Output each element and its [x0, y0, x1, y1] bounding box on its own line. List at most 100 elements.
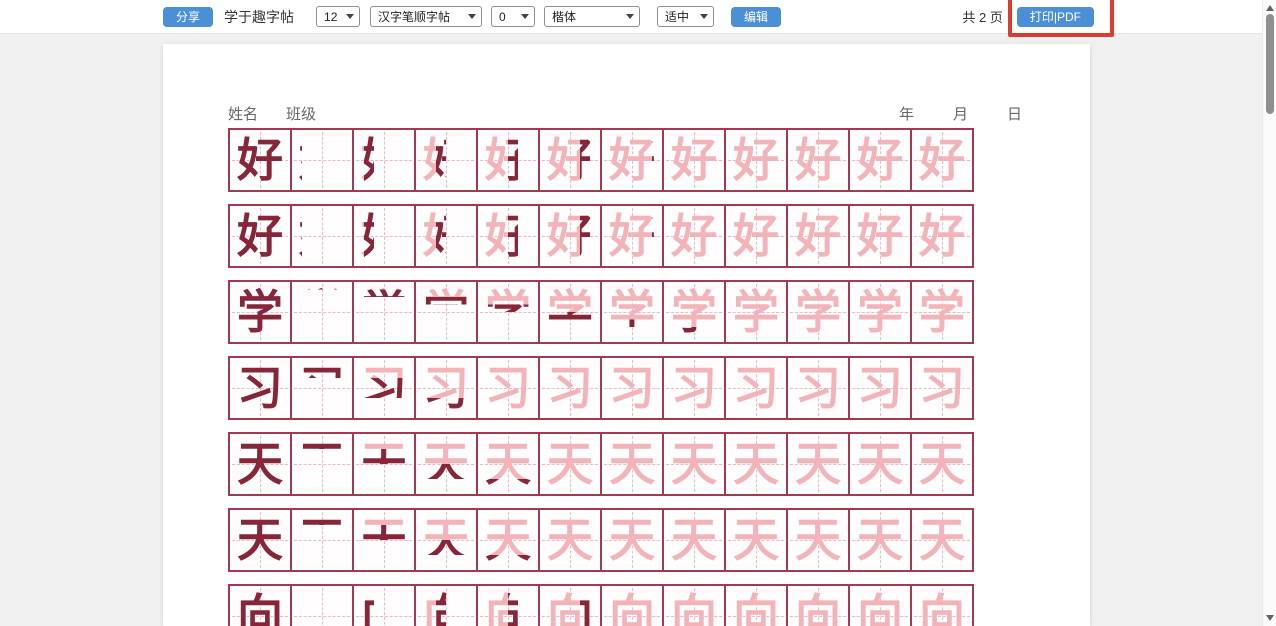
- character-glyph: 向: [354, 586, 414, 626]
- stroke-option-value: 0: [499, 10, 506, 24]
- scrollbar[interactable]: [1262, 0, 1276, 626]
- character-glyph: 好: [292, 206, 352, 266]
- density-select[interactable]: 适中: [657, 6, 714, 27]
- grid-cell: 习: [476, 356, 540, 420]
- character-glyph: 习: [726, 358, 786, 418]
- grid-cell: 向向: [414, 584, 478, 626]
- character-glyph: 天: [664, 434, 724, 494]
- practice-sheet: 姓名 班级 年 月 日 好好好好好好好好好好好好好好好好好好好好好好好好好好好好…: [163, 44, 1090, 626]
- density-value: 适中: [665, 8, 689, 25]
- character-glyph: 好: [540, 206, 600, 266]
- grid-cell: 向: [290, 584, 354, 626]
- name-label: 姓名: [228, 103, 258, 124]
- grid-cell: 习: [538, 356, 602, 420]
- character-glyph: 好: [788, 206, 848, 266]
- character-glyph: 学: [788, 282, 848, 342]
- share-button[interactable]: 分享: [163, 7, 213, 27]
- character-glyph: 学: [602, 282, 662, 342]
- grid-cell: 向: [910, 584, 974, 626]
- grid-cell: 向: [724, 584, 788, 626]
- grid-cell: 天: [662, 432, 726, 496]
- grid-cell: 天: [290, 432, 354, 496]
- grid-cell: 向: [848, 584, 912, 626]
- character-glyph: 好: [540, 130, 600, 190]
- grid-cell: 天天: [352, 432, 416, 496]
- font-family-select[interactable]: 楷体: [544, 6, 640, 27]
- character-glyph: 好: [726, 206, 786, 266]
- grid-cell: 天: [600, 432, 664, 496]
- grid-cell: 习: [848, 356, 912, 420]
- print-pdf-button[interactable]: 打印|PDF: [1017, 7, 1094, 27]
- grid-cell: 天: [228, 508, 292, 572]
- grid-cell: 天天: [414, 508, 478, 572]
- character-glyph: 习: [912, 358, 972, 418]
- grid-cell: 天: [228, 432, 292, 496]
- grid-cell: 好好: [476, 128, 540, 192]
- grid-cell: 好好: [538, 204, 602, 268]
- character-glyph: 好: [416, 206, 476, 266]
- character-glyph: 天: [664, 510, 724, 570]
- character-glyph: 天: [912, 434, 972, 494]
- character-glyph: 天: [230, 434, 290, 494]
- character-glyph: 好: [912, 130, 972, 190]
- grid-cell: 好: [724, 204, 788, 268]
- character-glyph: 天: [354, 510, 414, 570]
- grid-cell: 好: [724, 128, 788, 192]
- grid-cell: 学学: [476, 280, 540, 344]
- page-count-label: 共 2 页: [962, 7, 1002, 26]
- scroll-up-button[interactable]: [1266, 5, 1274, 11]
- grid-cell: 向: [662, 584, 726, 626]
- stroke-option-select[interactable]: 0: [491, 6, 535, 27]
- grid-cell: 习: [786, 356, 850, 420]
- grid-cell: 习: [600, 356, 664, 420]
- character-glyph: 天: [354, 434, 414, 494]
- sheet-type-select[interactable]: 汉字笔顺字帖: [370, 6, 482, 27]
- character-row: 习习习习习习习习习习习习习习: [228, 356, 1090, 420]
- grid-cell: 向向: [352, 584, 416, 626]
- grid-cell: 好好: [352, 128, 416, 192]
- character-glyph: 习: [602, 358, 662, 418]
- character-glyph: 天: [230, 510, 290, 570]
- grid-cell: 好好: [538, 128, 602, 192]
- grid-cell: 学学: [414, 280, 478, 344]
- character-glyph: 习: [230, 358, 290, 418]
- grid-cell: 向: [228, 584, 292, 626]
- grid-cell: 习: [228, 356, 292, 420]
- grid-cell: 天: [600, 508, 664, 572]
- grid-cell: 天: [786, 432, 850, 496]
- grid-cell: 学: [228, 280, 292, 344]
- character-glyph: 天: [726, 510, 786, 570]
- worksheet-page: 姓名 班级 年 月 日 好好好好好好好好好好好好好好好好好好好好好好好好好好好好…: [163, 44, 1090, 626]
- character-glyph: 向: [540, 586, 600, 626]
- grid-cell: 好: [786, 204, 850, 268]
- font-family-value: 楷体: [552, 8, 576, 25]
- grid-cell: 天天: [352, 508, 416, 572]
- grid-cell: 天: [786, 508, 850, 572]
- grid-cell: 天: [724, 508, 788, 572]
- font-size-select[interactable]: 12: [316, 6, 360, 27]
- character-glyph: 好: [354, 206, 414, 266]
- character-glyph: 好: [726, 130, 786, 190]
- character-glyph: 向: [664, 586, 724, 626]
- grid-cell: 好好: [600, 128, 664, 192]
- character-glyph: 向: [292, 586, 352, 626]
- font-size-value: 12: [324, 10, 337, 24]
- class-label: 班级: [286, 103, 316, 124]
- character-glyph: 好: [230, 130, 290, 190]
- grid-cell: 天: [538, 432, 602, 496]
- grid-cell: 好: [290, 128, 354, 192]
- scroll-down-button[interactable]: [1266, 615, 1274, 621]
- character-row: 学学学学学学学学学学学学学学学学学学学: [228, 280, 1090, 344]
- edit-button[interactable]: 编辑: [731, 7, 781, 27]
- grid-cell: 好好: [414, 128, 478, 192]
- character-glyph: 天: [602, 434, 662, 494]
- character-row: 好好好好好好好好好好好好好好好好好: [228, 204, 1090, 268]
- grid-cell: 天: [848, 508, 912, 572]
- character-glyph: 向: [788, 586, 848, 626]
- character-glyph: 好: [230, 206, 290, 266]
- grid-cell: 天: [290, 508, 354, 572]
- grid-cell: 习习: [414, 356, 478, 420]
- grid-cell: 学学: [662, 280, 726, 344]
- character-glyph: 好: [850, 206, 910, 266]
- scroll-thumb[interactable]: [1266, 14, 1274, 114]
